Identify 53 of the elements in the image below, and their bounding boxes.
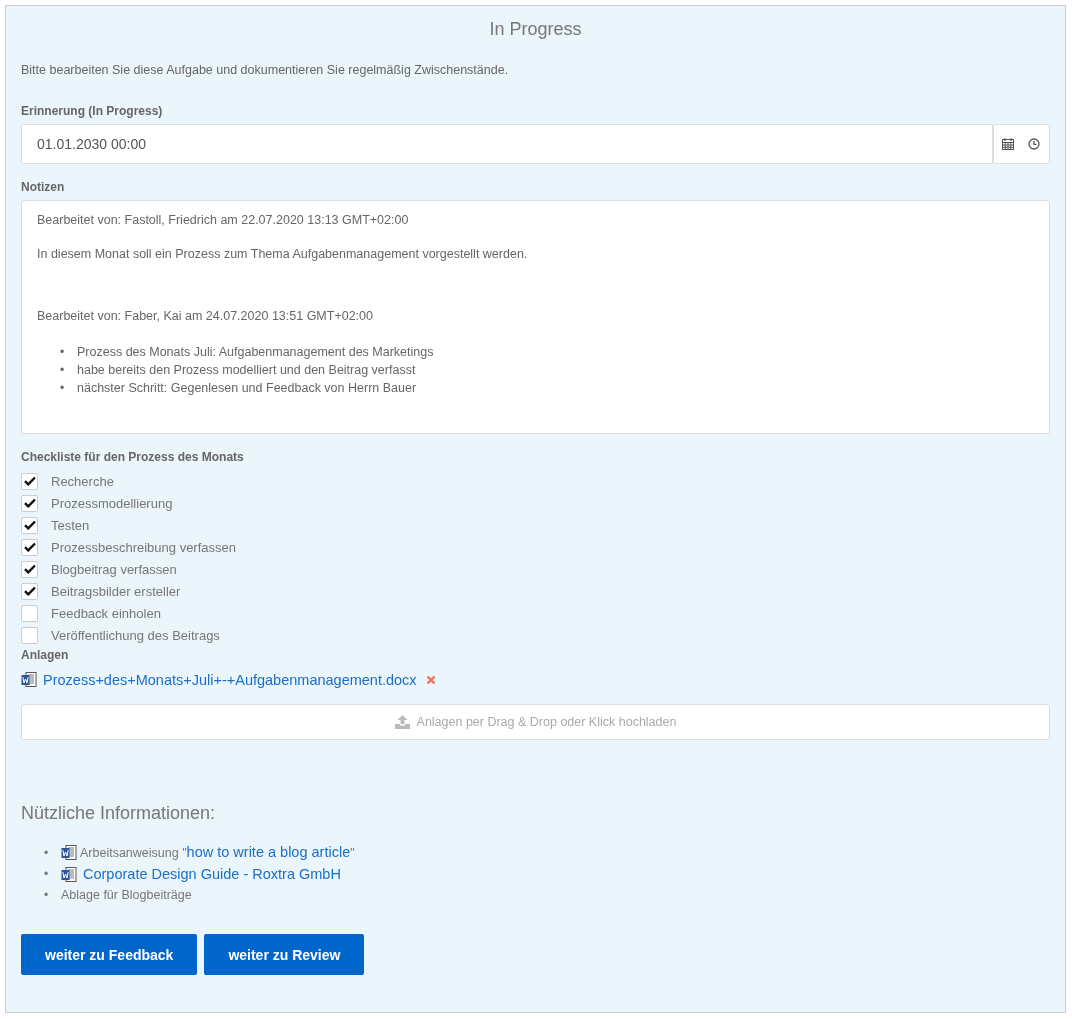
checkbox-label: Blogbeitrag verfassen [51,561,177,577]
checkbox[interactable] [21,560,38,578]
checkbox[interactable] [21,516,38,534]
checkbox-label: Beitragsbilder ersteller [51,583,181,599]
checkbox[interactable] [21,472,38,490]
checkbox[interactable] [21,604,38,622]
checkbox[interactable] [21,538,38,556]
field-label: Checkliste für den Prozess des Monats [21,450,245,464]
bullet: • [44,887,50,904]
upload-dropzone[interactable]: Anlagen per Drag & Drop oder Klick hochladen [21,704,1050,740]
bullet: • [44,866,50,883]
info-text: Arbeitsanweisung "how to write a blog article" [80,843,355,862]
note-text: Bearbeitet von: Faber, Kai am 24.07.2020 13:51 GMT+02:00 [37,309,374,323]
checkbox-label: Veröffentlichung des Beitrags [51,627,220,643]
field-label: Anlagen [21,648,70,662]
upload-icon [394,715,410,729]
checkbox-label: Prozessbeschreibung verfassen [51,539,236,555]
bullet: • [60,380,66,397]
note-list-item: habe bereits den Prozess modelliert und den Beitrag verfasst [77,362,416,379]
checkbox[interactable] [21,494,38,512]
bullet: • [60,344,66,361]
panel-title: In Progress [488,18,583,41]
calendar-icon[interactable] [1002,138,1014,150]
word-document-icon [21,672,38,688]
field-label: Notizen [21,180,66,194]
note-text: In diesem Monat soll ein Prozess zum Thema Aufgabenmanagement vorgestellt werden. [37,247,529,261]
checkbox-label: Prozessmodellierung [51,495,173,511]
date-field[interactable]: 01.01.2030 00:00 [21,124,993,164]
note-list-item: nächster Schritt: Gegenlesen und Feedback von Herrn Bauer [77,380,417,397]
document-link[interactable]: Corporate Design Guide - Roxtra GmbH [83,864,341,885]
word-document-icon [61,845,78,861]
next-step-button[interactable]: weiter zu Feedback [21,934,198,975]
checkbox[interactable] [21,626,38,644]
bullet: • [60,362,66,379]
checkbox-label: Testen [51,517,90,533]
word-document-icon [61,866,78,883]
instruction-text: Bitte bearbeiten Sie diese Aufgabe und dokumentieren Sie regelmäßig Zwischenstände. [21,63,510,77]
clock-icon[interactable] [1028,138,1040,150]
checkbox[interactable] [21,582,38,600]
next-step-button[interactable]: weiter zu Review [204,934,365,975]
checkbox-label: Feedback einholen [51,605,161,621]
attachment-link[interactable]: Prozess+des+Monats+Juli+-+Aufgabenmanagement.docx [43,672,417,688]
bullet: • [44,844,50,862]
note-list-item: Prozess des Monats Juli: Aufgabenmanagement des Marketings [77,344,434,361]
section-heading: Nützliche Informationen: [21,803,217,824]
document-link[interactable]: how to write a blog article [186,844,351,860]
upload-text: Anlagen per Drag & Drop oder Klick hochladen [416,715,677,729]
notes-field[interactable] [21,200,1050,434]
field-label: Erinnerung (In Progress) [21,104,164,118]
remove-icon[interactable] [425,675,436,685]
note-text: Bearbeitet von: Fastoll, Friedrich am 22.07.2020 13:13 GMT+02:00 [37,213,410,227]
checkbox-label: Recherche [51,473,114,489]
info-text: Ablage für Blogbeiträge [61,887,192,904]
